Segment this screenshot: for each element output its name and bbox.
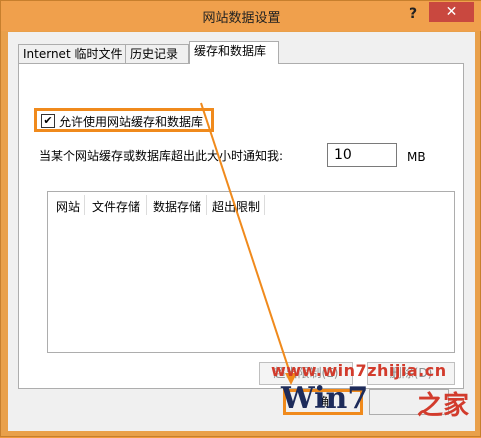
tab-history[interactable]: 历史记录 [125,44,189,63]
watermark-logo: Win7 之家 [281,381,481,431]
site-storage-list[interactable]: 网站 文件存储 数据存储 超出限制 [47,191,455,353]
dialog-window: 网站数据设置 ? ✕ Internet 临时文件 历史记录 缓存和数据库 ✔ 允… [0,0,481,437]
title-bar[interactable]: 网站数据设置 ? ✕ [1,1,481,31]
close-button[interactable]: ✕ [429,2,474,22]
column-divider[interactable] [84,195,85,215]
watermark-logo-text: Win7 [281,381,369,416]
notify-size-label: 当某个网站缓存或数据库超出此大小时通知我: [39,149,284,163]
column-header-file-storage[interactable]: 文件存储 [92,198,140,215]
watermark-url: www.win7zhijia.cn [271,361,447,380]
column-header-site[interactable]: 网站 [56,198,80,215]
column-header-exceeded[interactable]: 超出限制 [212,198,260,215]
watermark-jia: 之家 [417,391,470,421]
notify-size-input[interactable] [327,143,397,167]
enable-cache-label: 允许使用网站缓存和数据库 [59,115,204,129]
column-header-data-storage[interactable]: 数据存储 [153,198,201,215]
column-divider[interactable] [206,195,207,215]
enable-cache-highlight: ✔ 允许使用网站缓存和数据库 [34,108,214,132]
tab-panel: ✔ 允许使用网站缓存和数据库 当某个网站缓存或数据库超出此大小时通知我: MB … [18,63,464,389]
column-divider[interactable] [264,195,265,215]
tab-temporary-files[interactable]: Internet 临时文件 [18,44,126,63]
size-unit-label: MB [407,150,426,164]
help-button[interactable]: ? [403,4,423,24]
column-divider[interactable] [146,195,147,215]
enable-cache-checkbox[interactable]: ✔ [41,114,55,128]
tab-cache-databases[interactable]: 缓存和数据库 [189,41,279,64]
